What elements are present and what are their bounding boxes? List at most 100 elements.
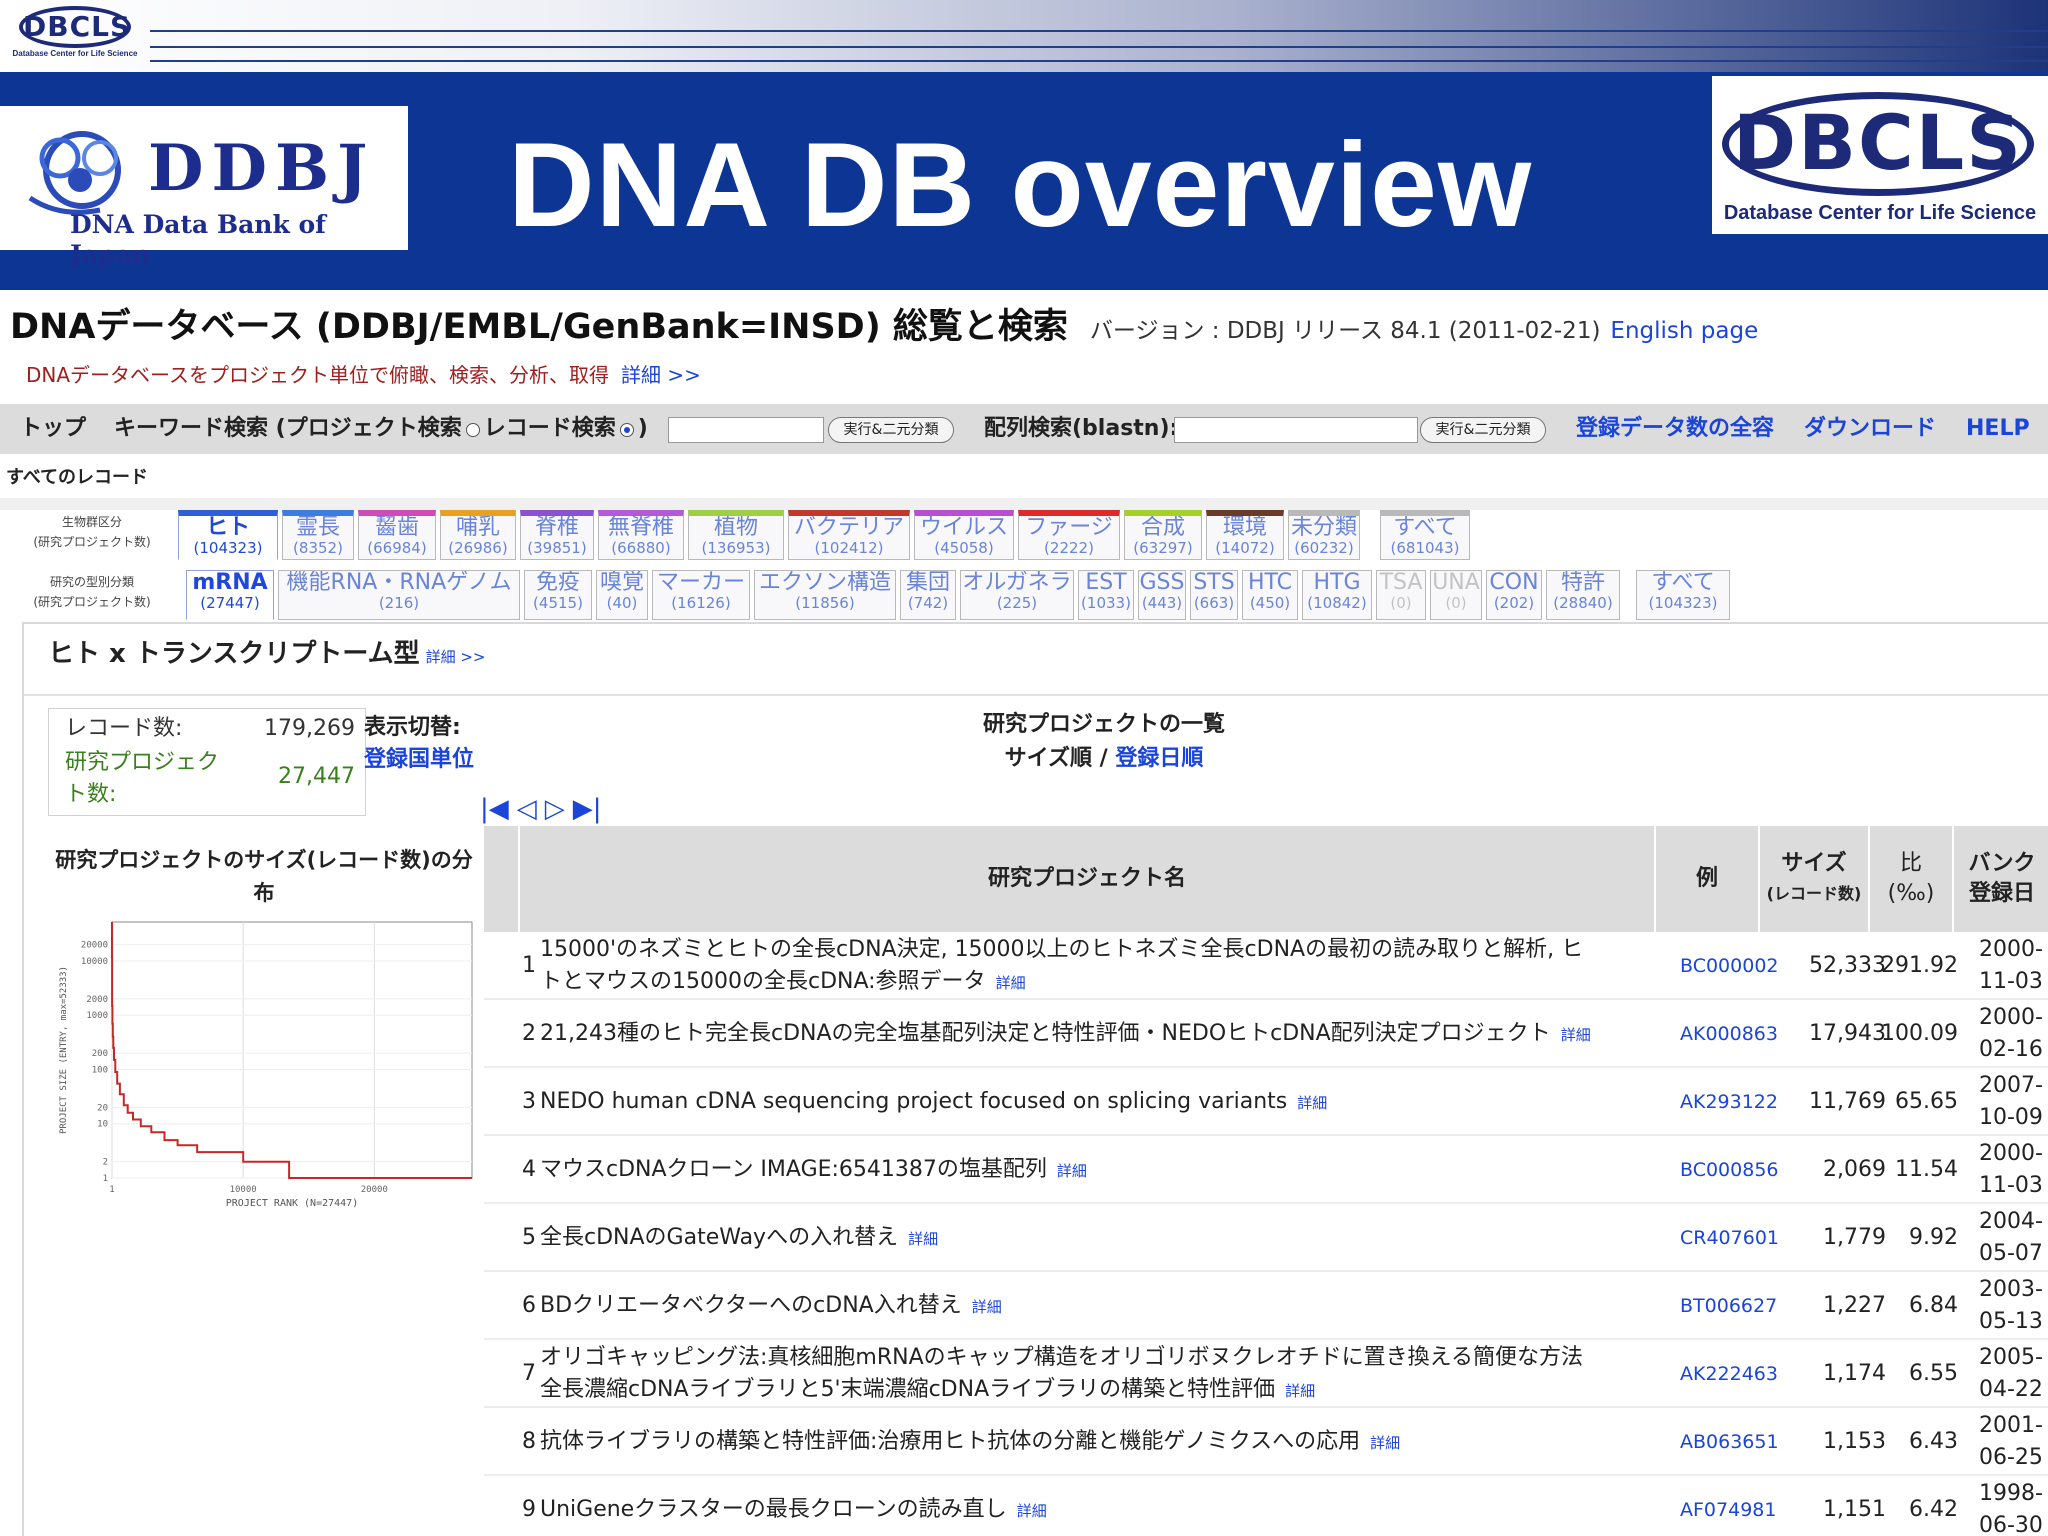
project-name-text[interactable]: UniGeneクラスターの最長クローンの読み直し [540, 1497, 1007, 1522]
type-tab[interactable]: すべて (104323) [1636, 570, 1730, 620]
type-tab[interactable]: 集団 (742) [900, 570, 956, 620]
organism-tab[interactable]: ファージ (2222) [1018, 510, 1120, 560]
subtitle-more-link[interactable]: 詳細 >> [621, 363, 701, 387]
next-page-icon[interactable]: ▷ [545, 794, 565, 824]
type-tab[interactable]: mRNA (27447) [186, 570, 274, 620]
project-more-link[interactable]: 詳細 [996, 974, 1026, 992]
example-accession-link[interactable]: AK222463 [1680, 1340, 1790, 1408]
organism-tab[interactable]: すべて (681043) [1380, 510, 1470, 560]
project-more-link[interactable]: 詳細 [1297, 1094, 1327, 1112]
example-accession-link[interactable]: CR407601 [1680, 1204, 1790, 1272]
dbcls-logo: DBCLS Database Center for Life Science [1712, 76, 2048, 234]
example-accession-link[interactable]: BT006627 [1680, 1272, 1790, 1340]
project-name-text[interactable]: 15000'のネズミとヒトの全長cDNA決定, 15000以上のヒトネズミ全長c… [540, 937, 1583, 994]
type-tab[interactable]: EST (1033) [1078, 570, 1134, 620]
type-tab[interactable]: 特許 (28840) [1546, 570, 1620, 620]
type-tab[interactable]: オルガネラ (225) [960, 570, 1074, 620]
project-name-text[interactable]: 全長cDNAのGateWayへの入れ替え [540, 1225, 898, 1250]
project-name-text[interactable]: 抗体ライブラリの構築と特性評価:治療用ヒト抗体の分離と機能ゲノミクスへの応用 [540, 1429, 1360, 1454]
prev-page-icon[interactable]: ◁ [517, 794, 537, 824]
type-tab[interactable]: 機能RNA・RNAゲノム (216) [278, 570, 520, 620]
type-tab[interactable]: 免疫 (4515) [524, 570, 592, 620]
type-tab[interactable]: STS (663) [1190, 570, 1238, 620]
project-search-radio[interactable] [465, 423, 480, 437]
slide-top-band: DBCLS Database Center for Life Science [0, 0, 2048, 72]
nav-link-stats[interactable]: 登録データ数の全容 [1576, 404, 1774, 454]
organism-tab[interactable]: 未分類 (60232) [1288, 510, 1360, 560]
blast-search-label: 配列検索(blastn): [984, 416, 1179, 441]
organism-tab[interactable]: 無脊椎 (66880) [598, 510, 684, 560]
version-label: バージョン : DDBJ リリース 84.1 (2011-02-21) [1089, 318, 1601, 344]
all-records-label: すべてのレコード [6, 467, 149, 488]
project-name-text[interactable]: NEDO human cDNA sequencing project focus… [540, 1089, 1287, 1114]
section-more-link[interactable]: 詳細 >> [426, 648, 486, 666]
example-accession-link[interactable]: BC000002 [1680, 932, 1790, 1000]
organism-tab[interactable]: 合成 (63297) [1124, 510, 1202, 560]
example-accession-link[interactable]: BC000856 [1680, 1136, 1790, 1204]
project-ratio: 9.92 [1909, 1225, 1958, 1250]
project-more-link[interactable]: 詳細 [972, 1298, 1002, 1316]
type-tab[interactable]: マーカー (16126) [652, 570, 750, 620]
keyword-search-input[interactable] [668, 417, 824, 443]
type-tab-count: (27447) [200, 594, 260, 612]
type-tab-count: (443) [1141, 594, 1183, 612]
type-tab[interactable]: HTG (10842) [1302, 570, 1372, 620]
organism-tab-name: ヒト [205, 515, 250, 540]
organism-tab[interactable]: バクテリア (102412) [788, 510, 910, 560]
organism-tab[interactable]: 脊椎 (39851) [520, 510, 594, 560]
example-accession-link[interactable]: AF074981 [1680, 1476, 1790, 1536]
sort-by-size[interactable]: サイズ順 [1005, 746, 1092, 771]
display-country-link[interactable]: 登録国単位 [364, 744, 474, 776]
organism-tab[interactable]: 霊長 (8352) [282, 510, 354, 560]
type-tab[interactable]: 嗅覚 (40) [596, 570, 648, 620]
page-subtitle-row: DNAデータベースをプロジェクト単位で俯瞰、検索、分析、取得 詳細 >> [26, 360, 701, 390]
project-name-wrap: UniGeneクラスターの最長クローンの読み直し 詳細 [540, 1494, 1047, 1527]
project-name-text[interactable]: マウスcDNAクローン IMAGE:6541387の塩基配列 [540, 1157, 1047, 1182]
keyword-run-button[interactable]: 実行&二元分類 [828, 417, 954, 443]
records-value: 179,269 [264, 716, 355, 741]
organism-tab[interactable]: 哺乳 (26986) [440, 510, 516, 560]
slide-title: DNA DB overview [508, 118, 1533, 252]
project-name-wrap: 15000'のネズミとヒトの全長cDNA決定, 15000以上のヒトネズミ全長c… [540, 934, 1592, 999]
project-name-text[interactable]: 21,243種のヒト完全長cDNAの完全塩基配列決定と特性評価・NEDOヒトcD… [540, 1021, 1551, 1046]
project-more-link[interactable]: 詳細 [1017, 1502, 1047, 1520]
type-tab[interactable]: CON (202) [1486, 570, 1542, 620]
organism-tab-name: 合成 [1140, 515, 1185, 540]
project-more-link[interactable]: 詳細 [1561, 1026, 1591, 1044]
y-tick-label: 2 [103, 1158, 108, 1168]
project-more-link[interactable]: 詳細 [1370, 1434, 1400, 1452]
nav-link-download[interactable]: ダウンロード [1804, 404, 1936, 454]
project-more-link[interactable]: 詳細 [1057, 1162, 1087, 1180]
project-name-text[interactable]: BDクリエータベクターへのcDNA入れ替え [540, 1293, 962, 1318]
stats-box: レコード数: 179,269 研究プロジェクト数: 27,447 [48, 708, 366, 816]
table-row: 9 UniGeneクラスターの最長クローンの読み直し 詳細 AF074981 1,151… [484, 1476, 2048, 1536]
type-tab[interactable]: エクソン構造 (11856) [754, 570, 896, 620]
organism-tab[interactable]: 齧歯 (66984) [358, 510, 436, 560]
record-search-radio[interactable] [619, 423, 634, 437]
project-name: 21,243種のヒト完全長cDNAの完全塩基配列決定と特性評価・NEDOヒトcD… [540, 1000, 1592, 1068]
blast-search-input[interactable] [1174, 417, 1418, 443]
project-name: 全長cDNAのGateWayへの入れ替え 詳細 [540, 1204, 1592, 1272]
first-page-icon[interactable]: |◀ [480, 794, 509, 824]
nav-top-link[interactable]: トップ [20, 404, 86, 454]
project-more-link[interactable]: 詳細 [908, 1230, 938, 1248]
type-tab[interactable]: GSS (443) [1138, 570, 1186, 620]
example-accession-link[interactable]: AK000863 [1680, 1000, 1790, 1068]
organism-tab[interactable]: ヒト (104323) [178, 510, 278, 560]
table-header: 研究プロジェクト名 例 サイズ (レコード数) 比 (‰) バンク登録日 [484, 826, 2048, 932]
project-more-link[interactable]: 詳細 [1285, 1382, 1315, 1400]
example-accession-link[interactable]: AB063651 [1680, 1408, 1790, 1476]
organism-tab[interactable]: 環境 (14072) [1206, 510, 1284, 560]
last-page-icon[interactable]: ▶| [573, 794, 602, 824]
project-name-text[interactable]: オリゴキャッピング法:真核細胞mRNAのキャップ構造をオリゴリボヌクレオチドに置… [540, 1345, 1583, 1402]
type-tab-name: マーカー [656, 570, 745, 595]
blast-run-button[interactable]: 実行&二元分類 [1420, 417, 1546, 443]
organism-tab[interactable]: 植物 (136953) [688, 510, 784, 560]
example-accession-link[interactable]: AK293122 [1680, 1068, 1790, 1136]
organism-tab[interactable]: ウイルス (45058) [914, 510, 1014, 560]
english-page-link[interactable]: English page [1610, 318, 1758, 344]
organism-tab-count: (2222) [1044, 539, 1094, 557]
type-tab[interactable]: HTC (450) [1242, 570, 1298, 620]
sort-by-date-link[interactable]: 登録日順 [1115, 746, 1203, 771]
nav-link-help[interactable]: HELP [1966, 404, 2030, 454]
